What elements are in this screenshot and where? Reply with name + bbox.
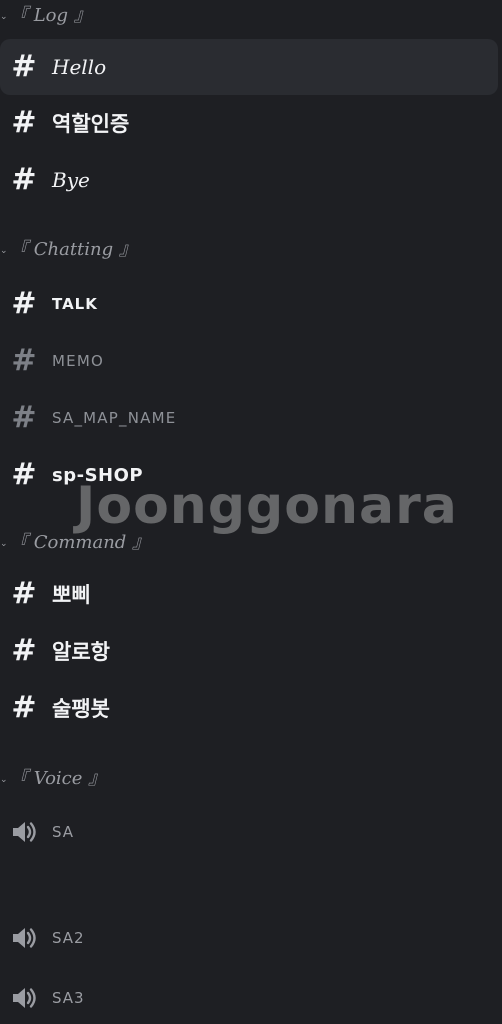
channel-label: Hello [52,55,107,79]
hash-icon: # [11,576,37,611]
category-voice-label: 『 Voice 』 [10,768,107,789]
hash-icon: # [11,286,37,321]
chevron-down-icon: ⌄ [0,12,8,22]
channel-label: MEMO [52,352,104,370]
channel-label: sp-SHOP [52,464,144,486]
hash-icon: # [11,633,37,668]
chevron-down-icon: ⌄ [0,775,8,785]
category-log[interactable]: ⌄ 『 Log 』 [0,2,92,26]
category-command-label: 『 Command 』 [10,532,151,553]
channel-hello[interactable]: # Hello [0,39,498,95]
category-log-label: 『 Log 』 [10,5,92,26]
channel-alohang[interactable]: # 알로항 [0,623,502,679]
voice-channel-sa2[interactable]: SA2 [0,910,502,966]
channel-memo[interactable]: # MEMO [0,333,502,389]
channel-sulpaeng-bot[interactable]: # 술팽봇 [0,680,502,736]
hash-icon: # [11,400,37,435]
hash-icon: # [11,162,37,197]
channel-label: 알로항 [52,640,110,664]
hash-icon: # [11,49,37,84]
voice-channel-label: SA3 [52,989,85,1007]
speaker-icon [13,988,36,1008]
channel-sp-shop[interactable]: # sp-SHOP [0,447,502,503]
hash-icon: # [11,457,37,492]
channel-role-verify[interactable]: # 역할인증 [0,95,502,151]
channel-bye[interactable]: # Bye [0,152,502,208]
voice-channel-label: SA [52,823,75,841]
channel-label: 뽀삐 [52,583,91,607]
category-voice[interactable]: ⌄ 『 Voice 』 [0,765,106,789]
channel-label: 역할인증 [52,112,130,136]
voice-channel-sa[interactable]: SA [0,804,502,860]
hash-icon: # [11,343,37,378]
channel-label: Bye [52,168,90,192]
category-command[interactable]: ⌄ 『 Command 』 [0,529,150,553]
voice-channel-sa3[interactable]: SA3 [0,970,502,1024]
channel-list: ⌄ 『 Log 』 # Hello # 역할인증 # Bye ⌄ 『 Chatt… [0,0,502,1024]
channel-label: TALK [52,295,98,313]
channel-label: SA_MAP_NAME [52,409,177,427]
chevron-down-icon: ⌄ [0,246,8,256]
category-chatting[interactable]: ⌄ 『 Chatting 』 [0,236,137,260]
channel-talk[interactable]: # TALK [0,276,502,332]
hash-icon: # [11,105,37,140]
speaker-icon [13,822,36,842]
chevron-down-icon: ⌄ [0,539,8,549]
category-chatting-label: 『 Chatting 』 [10,239,137,260]
voice-channel-label: SA2 [52,929,85,947]
channel-sa-map-name[interactable]: # SA_MAP_NAME [0,390,502,446]
speaker-icon [13,928,36,948]
channel-ppoppi[interactable]: # 뽀삐 [0,566,502,622]
hash-icon: # [11,690,37,725]
channel-label: 술팽봇 [52,697,110,721]
